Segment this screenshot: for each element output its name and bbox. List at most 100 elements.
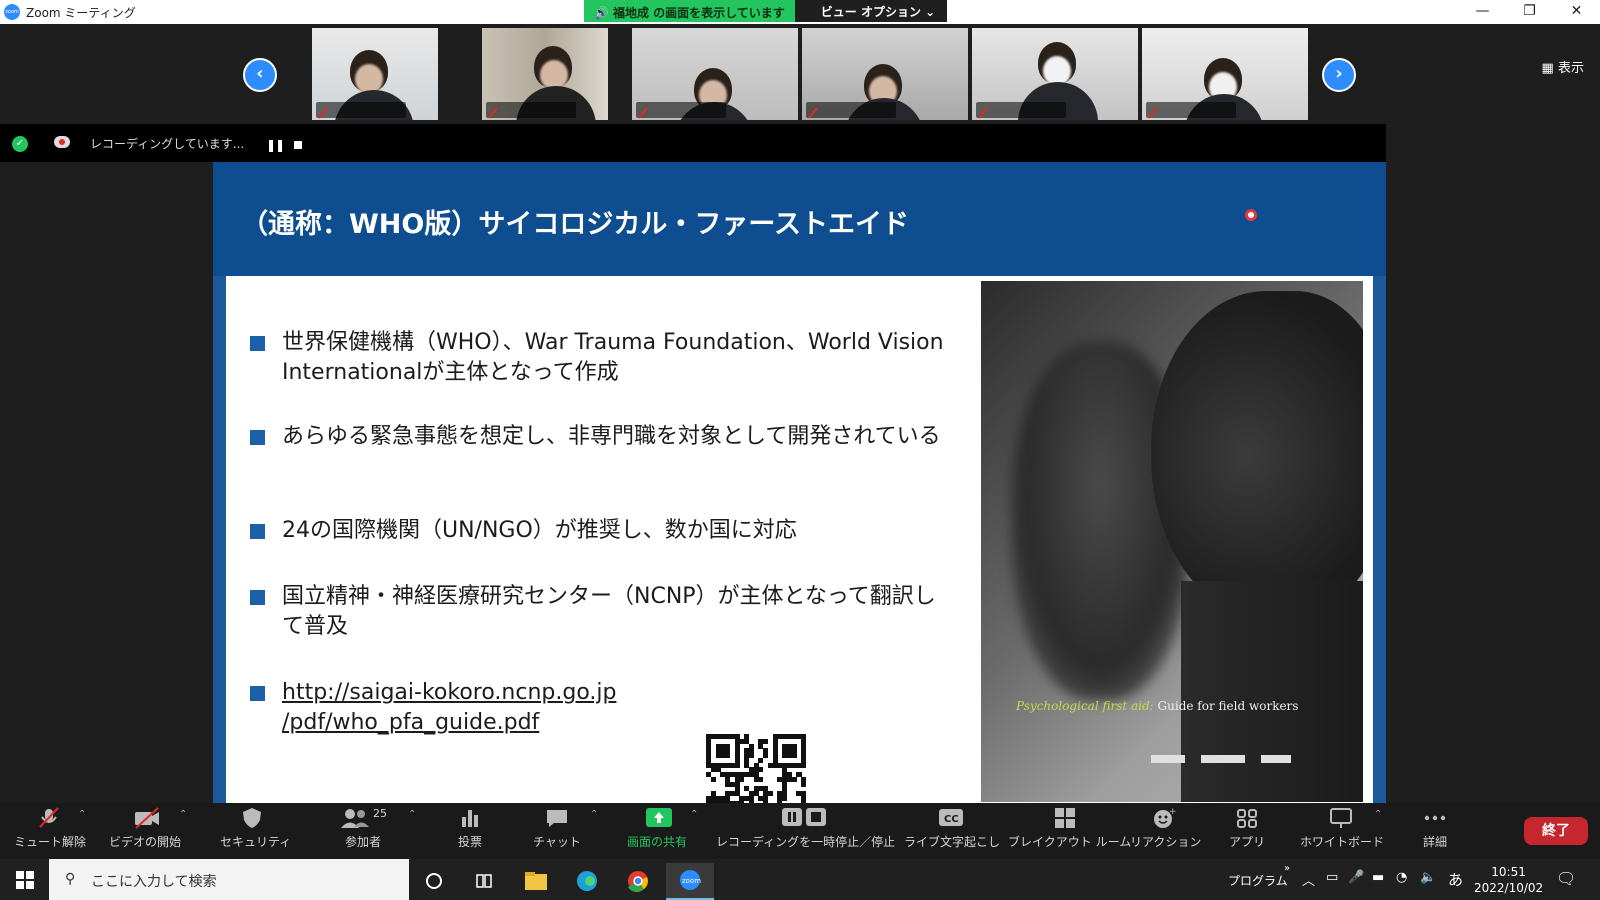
window-title: Zoom ミーティング xyxy=(26,5,136,20)
file-explorer-icon[interactable] xyxy=(512,863,560,900)
participant-count: 25 xyxy=(373,807,387,820)
whiteboard-icon xyxy=(1329,807,1353,829)
bullet-square-icon xyxy=(250,524,265,539)
participants-caret[interactable]: ⌃ xyxy=(408,809,416,820)
reactions-button[interactable]: + リアクション xyxy=(1130,807,1201,850)
chrome-browser-icon[interactable] xyxy=(614,863,662,900)
view-toggle-button[interactable]: ▦ 表示 xyxy=(1542,57,1584,76)
mic-muted-icon xyxy=(978,104,988,119)
network-icon[interactable]: ▭ xyxy=(1326,870,1338,885)
wifi-icon[interactable]: ◔ xyxy=(1396,870,1407,885)
whiteboard-caret[interactable]: ⌃ xyxy=(1374,809,1382,820)
zoom-taskbar-icon[interactable]: zoom xyxy=(666,863,714,900)
participant-gallery: ‹ › ▦ 表示 xyxy=(0,24,1600,124)
video-options-caret[interactable]: ⌃ xyxy=(179,809,187,820)
pfa-guide-cover-image: Psychological first aid: Guide for field… xyxy=(981,281,1363,802)
mic-muted-icon xyxy=(1148,104,1158,119)
restore-button[interactable]: ❐ xyxy=(1506,0,1553,24)
task-view-icon[interactable] xyxy=(460,863,508,900)
windows-start-icon[interactable] xyxy=(16,871,34,889)
grid-icon: ▦ xyxy=(1541,61,1554,76)
start-video-button[interactable]: ビデオの開始 xyxy=(106,807,184,850)
poll-icon xyxy=(458,807,482,829)
participant-video[interactable] xyxy=(482,28,608,120)
live-transcript-button[interactable]: CC ライブ文字起こし xyxy=(904,807,1000,850)
mic-muted-icon xyxy=(488,104,498,119)
cortana-icon[interactable] xyxy=(410,863,458,900)
laser-pointer-icon xyxy=(1245,209,1257,221)
gallery-next-button[interactable]: › xyxy=(1322,58,1356,92)
pdf-link: http://saigai-kokoro.ncnp.go.jp/pdf/who_… xyxy=(282,680,617,735)
share-screen-icon xyxy=(645,807,672,829)
chat-button[interactable]: チャット xyxy=(526,807,588,850)
end-meeting-button[interactable]: 終了 xyxy=(1524,817,1588,845)
unmute-button[interactable]: ミュート解除 xyxy=(14,807,86,850)
bullet-square-icon xyxy=(250,336,265,351)
mic-muted-icon xyxy=(808,104,818,119)
bullet-square-icon xyxy=(250,430,265,445)
pause-stop-recording-button[interactable]: レコーディングを一時停止／停止 xyxy=(716,807,895,850)
whiteboard-button[interactable]: ホワイトボード xyxy=(1300,807,1384,850)
edge-browser-icon[interactable] xyxy=(563,863,611,900)
view-options-button[interactable]: ビュー オプション ⌄ xyxy=(794,0,948,22)
minimize-button[interactable]: — xyxy=(1459,0,1506,24)
participant-video[interactable] xyxy=(802,28,968,120)
participant-video[interactable] xyxy=(972,28,1138,120)
ime-indicator[interactable]: あ xyxy=(1448,869,1463,890)
bullet-item-link: http://saigai-kokoro.ncnp.go.jp/pdf/who_… xyxy=(250,678,616,738)
breakout-rooms-button[interactable]: ブレイクアウト ルーム xyxy=(1008,807,1131,850)
participant-video[interactable] xyxy=(632,28,798,120)
windows-taskbar: ⚲ ここに入力して検索 zoom プログラム » ︿ ▭ 🎤 ▬ ◔ 🔈 あ 1… xyxy=(0,859,1600,900)
security-button[interactable]: セキュリティ xyxy=(220,807,291,850)
volume-icon[interactable]: 🔈 xyxy=(1420,870,1436,885)
cover-caption: Psychological first aid: Guide for field… xyxy=(1016,699,1299,713)
battery-icon[interactable]: ▬ xyxy=(1372,870,1384,885)
encryption-shield-icon[interactable]: ✓ xyxy=(12,136,28,152)
bullet-item: 国立精神・神経医療研究センター（NCNP）が主体となって翻訳して普及 xyxy=(250,582,950,642)
reaction-icon: + xyxy=(1152,807,1177,829)
taskbar-search[interactable]: ⚲ ここに入力して検索 xyxy=(49,859,409,900)
notification-icon[interactable]: 🗨 xyxy=(1556,869,1576,888)
bullet-item: 24の国際機関（UN/NGO）が推奨し、数か国に対応 xyxy=(250,516,797,546)
recording-pause-button[interactable]: ❚❚ xyxy=(266,138,285,152)
bullet-text: 24の国際機関（UN/NGO）が推奨し、数か国に対応 xyxy=(282,518,797,543)
search-placeholder: ここに入力して検索 xyxy=(91,874,217,890)
audio-options-caret[interactable]: ⌃ xyxy=(78,809,86,820)
gallery-prev-button[interactable]: ‹ xyxy=(243,58,277,92)
view-toggle-label: 表示 xyxy=(1557,61,1584,76)
svg-text:CC: CC xyxy=(944,814,959,825)
mic-tray-icon[interactable]: 🎤 xyxy=(1348,870,1364,885)
slide-title: （通称：WHO版）サイコロジカル・ファーストエイド xyxy=(241,209,909,240)
bullet-item: あらゆる緊急事態を想定し、非専門職を対象として開発されている xyxy=(250,422,941,452)
clock-time: 10:51 xyxy=(1491,865,1526,879)
tray-chevron-icon[interactable]: ︿ xyxy=(1302,870,1315,889)
record-pause-stop-icon xyxy=(780,807,828,829)
recording-stop-button[interactable] xyxy=(294,141,302,149)
chat-icon xyxy=(545,807,569,829)
share-screen-button[interactable]: 画面の共有 xyxy=(620,807,694,850)
participant-video[interactable] xyxy=(312,28,438,120)
more-button[interactable]: 詳細 xyxy=(1410,807,1460,850)
search-icon: ⚲ xyxy=(65,871,76,887)
participants-button[interactable]: 25 参加者 xyxy=(328,807,398,850)
participant-video[interactable] xyxy=(1142,28,1308,120)
window-controls: — ❐ ✕ xyxy=(1459,0,1600,24)
video-off-icon xyxy=(133,807,159,829)
more-icon xyxy=(1423,807,1447,829)
bullet-text: あらゆる緊急事態を想定し、非専門職を対象として開発されている xyxy=(282,424,941,449)
cover-logos xyxy=(1151,751,1321,769)
mic-muted-icon xyxy=(638,104,648,119)
slide-header: （通称：WHO版）サイコロジカル・ファーストエイド xyxy=(213,162,1386,276)
polls-button[interactable]: 投票 xyxy=(442,807,498,850)
apps-button[interactable]: アプリ xyxy=(1222,807,1272,850)
title-bar: zoom Zoom ミーティング 🔊 福地成 の画面を表示しています ビュー オ… xyxy=(0,0,1600,24)
share-caret[interactable]: ⌃ xyxy=(690,809,698,820)
zoom-app-icon: zoom xyxy=(4,4,20,20)
recording-status: レコーディングしています... xyxy=(90,137,245,151)
taskbar-clock[interactable]: 10:51 2022/10/02 xyxy=(1474,864,1543,896)
close-button[interactable]: ✕ xyxy=(1553,0,1600,24)
svg-text:+: + xyxy=(1169,807,1176,817)
chevron-double-icon[interactable]: » xyxy=(1284,863,1290,874)
breakout-icon xyxy=(1053,807,1077,829)
chat-caret[interactable]: ⌃ xyxy=(590,809,598,820)
